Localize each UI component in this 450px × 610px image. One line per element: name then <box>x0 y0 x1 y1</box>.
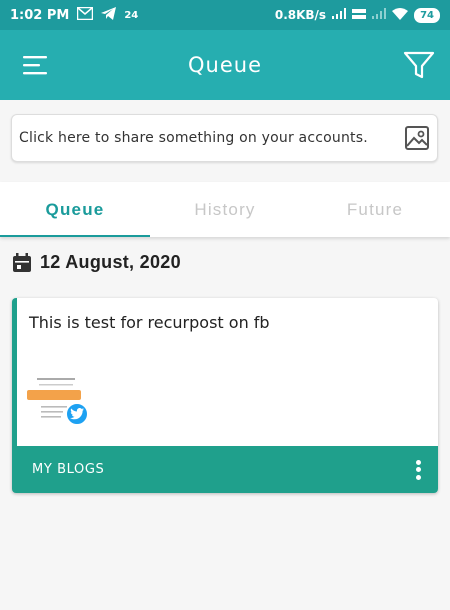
image-icon[interactable] <box>404 125 430 151</box>
page-title: Queue <box>188 53 262 77</box>
tab-queue[interactable]: Queue <box>0 182 150 237</box>
signal-weak-icon <box>372 8 387 22</box>
telegram-icon <box>101 6 117 24</box>
filter-icon[interactable] <box>402 48 436 82</box>
hamburger-menu-icon[interactable] <box>22 52 48 78</box>
status-time: 1:02 PM <box>10 7 70 23</box>
twitter-icon <box>65 402 89 426</box>
tab-history[interactable]: History <box>150 182 300 237</box>
share-input[interactable]: Click here to share something on your ac… <box>11 114 438 162</box>
app-bar: Queue <box>0 30 450 100</box>
gmail-icon <box>77 6 94 24</box>
notification-count: 24 <box>124 9 139 21</box>
date-label: 12 August, 2020 <box>40 252 181 272</box>
group-label: MY BLOGS <box>32 462 105 477</box>
date-header: 12 August, 2020 <box>12 252 181 273</box>
post-text: This is test for recurpost on fb <box>29 313 270 332</box>
more-vertical-icon[interactable] <box>413 458 423 482</box>
status-bar: 1:02 PM 24 0.8KB/s 74 <box>0 0 450 30</box>
battery-indicator: 74 <box>414 7 440 23</box>
tab-future[interactable]: Future <box>300 182 450 237</box>
signal-icon <box>332 8 347 22</box>
wifi-icon <box>392 7 409 23</box>
network-speed: 0.8KB/s <box>274 8 327 22</box>
share-placeholder: Click here to share something on your ac… <box>19 130 368 146</box>
tab-bar: Queue History Future <box>0 182 450 237</box>
card-footer: MY BLOGS <box>17 446 438 493</box>
post-card[interactable]: This is test for recurpost on fb MY BLOG… <box>12 298 438 493</box>
volte-lte-icon <box>352 8 367 23</box>
calendar-icon <box>12 252 32 273</box>
